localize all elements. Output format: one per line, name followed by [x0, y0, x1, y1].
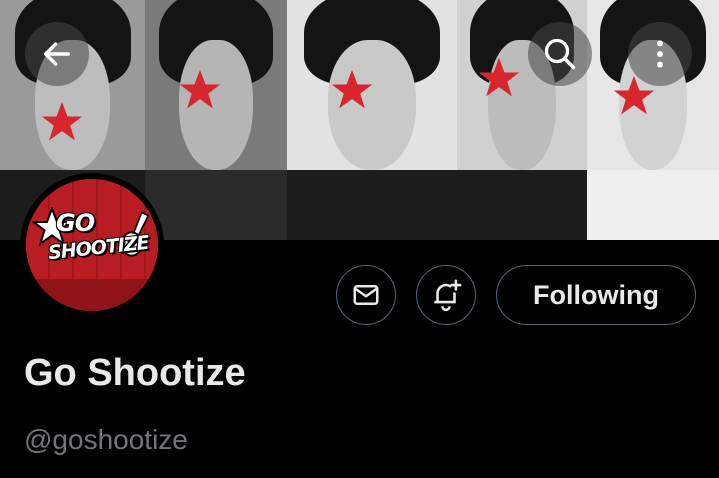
user-handle: @goshootize	[24, 424, 188, 455]
red-star-icon	[478, 57, 520, 97]
banner-photo-member-3	[287, 0, 457, 240]
banner-photo-member-2	[145, 0, 287, 240]
avatar-logo-image: GO SHOOTIZE	[26, 179, 158, 311]
notifications-button[interactable]	[416, 265, 476, 325]
red-star-icon	[331, 69, 373, 109]
search-icon	[544, 38, 576, 70]
red-star-icon	[179, 69, 221, 109]
mail-icon	[353, 285, 379, 305]
profile-avatar[interactable]: GO SHOOTIZE	[20, 173, 164, 317]
more-vertical-icon	[657, 40, 663, 68]
following-button[interactable]: Following	[496, 265, 696, 325]
arrow-left-icon	[43, 42, 71, 66]
back-button[interactable]	[25, 22, 89, 86]
search-button[interactable]	[528, 22, 592, 86]
bell-plus-icon	[434, 279, 462, 312]
message-button[interactable]	[336, 265, 396, 325]
red-star-icon	[41, 101, 83, 141]
logo-text-go: GO	[56, 209, 95, 237]
display-name: Go Shootize	[24, 352, 246, 394]
more-options-button[interactable]	[628, 22, 692, 86]
